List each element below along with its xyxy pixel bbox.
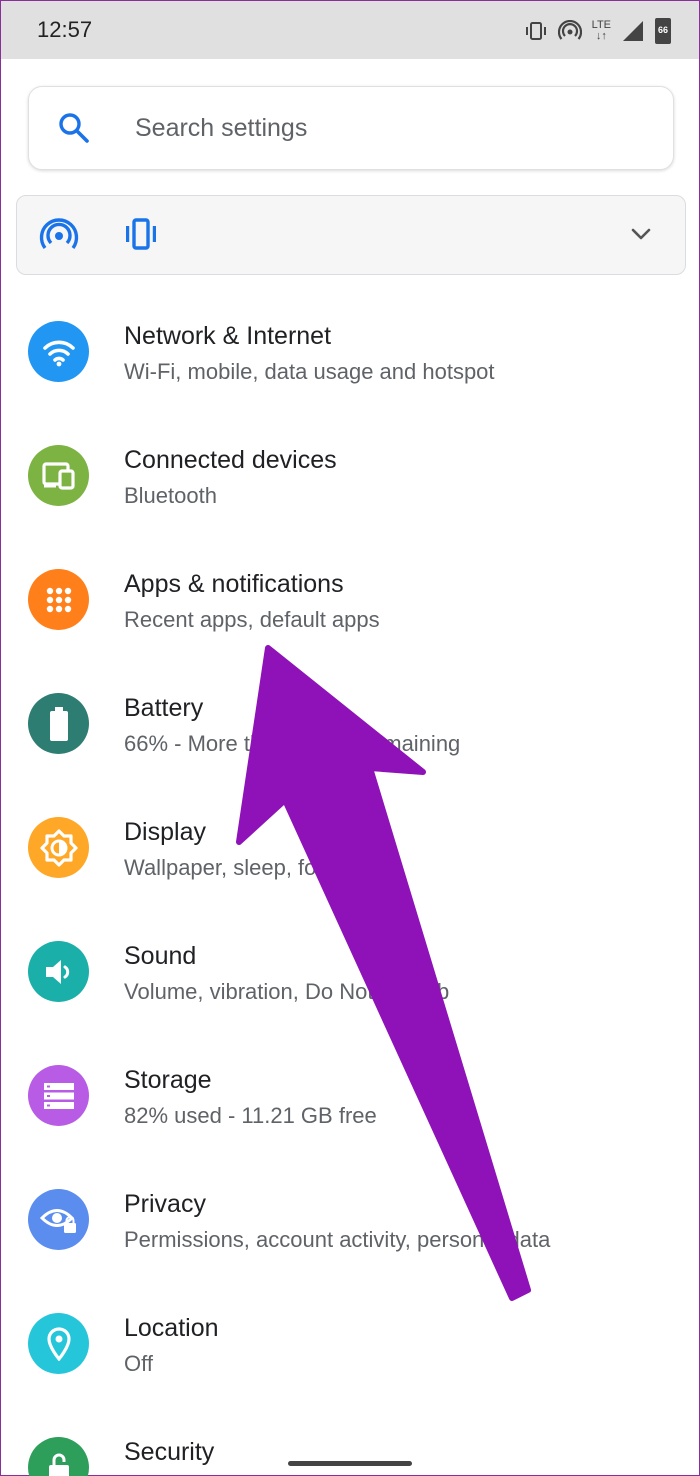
item-title: Sound bbox=[124, 942, 197, 970]
apps-grid-icon bbox=[46, 587, 71, 612]
storage-icon-circle bbox=[28, 1065, 89, 1126]
brightness-icon bbox=[39, 828, 78, 867]
settings-item-connected-devices[interactable]: Connected devices Bluetooth bbox=[0, 414, 700, 538]
settings-item-display[interactable]: Display Wallpaper, sleep, font size bbox=[0, 786, 700, 910]
data-arrows-icon: ↓↑ bbox=[595, 30, 607, 42]
settings-item-battery[interactable]: Battery 66% - More than 2 days remaining bbox=[0, 662, 700, 786]
security-icon-circle bbox=[28, 1437, 89, 1476]
item-subtitle: Off bbox=[124, 1351, 153, 1376]
battery-icon-circle bbox=[28, 693, 89, 754]
item-title: Security bbox=[124, 1438, 215, 1466]
lock-icon bbox=[48, 1453, 69, 1476]
item-subtitle: Wi-Fi, mobile, data usage and hotspot bbox=[124, 359, 495, 384]
devices-icon bbox=[41, 461, 75, 490]
settings-item-network[interactable]: Network & Internet Wi-Fi, mobile, data u… bbox=[0, 290, 700, 414]
settings-item-sound[interactable]: Sound Volume, vibration, Do Not Disturb bbox=[0, 910, 700, 1034]
display-icon-circle bbox=[28, 817, 89, 878]
item-title: Storage bbox=[124, 1066, 212, 1094]
network-icon-circle bbox=[28, 321, 89, 382]
battery-status-icon: 66 bbox=[655, 18, 671, 44]
search-settings-bar[interactable]: Search settings bbox=[28, 86, 674, 170]
item-subtitle: Bluetooth bbox=[124, 483, 217, 508]
item-subtitle: Wallpaper, sleep, font size bbox=[124, 855, 380, 880]
item-title: Privacy bbox=[124, 1190, 206, 1218]
location-icon-circle bbox=[28, 1313, 89, 1374]
status-icons: LTE ↓↑ 66 bbox=[524, 13, 671, 49]
privacy-eye-icon bbox=[39, 1208, 76, 1233]
item-subtitle: Recent apps, default apps bbox=[124, 607, 380, 632]
volume-icon bbox=[45, 959, 69, 984]
location-pin-icon bbox=[46, 1326, 71, 1361]
item-title: Apps & notifications bbox=[124, 570, 344, 598]
search-icon bbox=[59, 113, 89, 143]
vibrate-icon bbox=[525, 22, 546, 40]
lte-indicator: LTE ↓↑ bbox=[592, 20, 611, 42]
sound-icon-circle bbox=[28, 941, 89, 1002]
item-subtitle: 82% used - 11.21 GB free bbox=[124, 1103, 377, 1128]
search-input[interactable]: Search settings bbox=[135, 114, 307, 143]
item-subtitle: Volume, vibration, Do Not Disturb bbox=[124, 979, 450, 1004]
gesture-navigation-bar[interactable] bbox=[288, 1461, 412, 1466]
chevron-down-icon[interactable] bbox=[629, 224, 653, 244]
privacy-icon-circle bbox=[28, 1189, 89, 1250]
apps-icon-circle bbox=[28, 569, 89, 630]
conditions-bar[interactable] bbox=[16, 195, 686, 275]
item-title: Network & Internet bbox=[124, 322, 332, 350]
settings-item-privacy[interactable]: Privacy Permissions, account activity, p… bbox=[0, 1158, 700, 1282]
item-title: Connected devices bbox=[124, 446, 337, 474]
devices-icon-circle bbox=[28, 445, 89, 506]
storage-icon bbox=[43, 1082, 74, 1109]
hotspot-icon bbox=[557, 20, 582, 40]
settings-item-location[interactable]: Location Off bbox=[0, 1282, 700, 1406]
status-time: 12:57 bbox=[37, 17, 93, 42]
wifi-icon bbox=[42, 340, 75, 366]
item-title: Battery bbox=[124, 694, 204, 722]
vibrate-icon bbox=[126, 218, 156, 250]
hotspot-icon bbox=[39, 218, 79, 250]
item-title: Location bbox=[124, 1314, 219, 1342]
signal-icon bbox=[623, 21, 643, 41]
settings-item-storage[interactable]: Storage 82% used - 11.21 GB free bbox=[0, 1034, 700, 1158]
item-subtitle: Permissions, account activity, personal … bbox=[124, 1227, 551, 1252]
item-subtitle: 66% - More than 2 days remaining bbox=[124, 731, 461, 756]
battery-level-label: 66 bbox=[657, 25, 668, 35]
item-title: Display bbox=[124, 818, 206, 846]
battery-icon bbox=[49, 706, 68, 741]
settings-item-apps-notifications[interactable]: Apps & notifications Recent apps, defaul… bbox=[0, 538, 700, 662]
status-bar: 12:57 LTE ↓↑ 66 bbox=[1, 1, 699, 59]
